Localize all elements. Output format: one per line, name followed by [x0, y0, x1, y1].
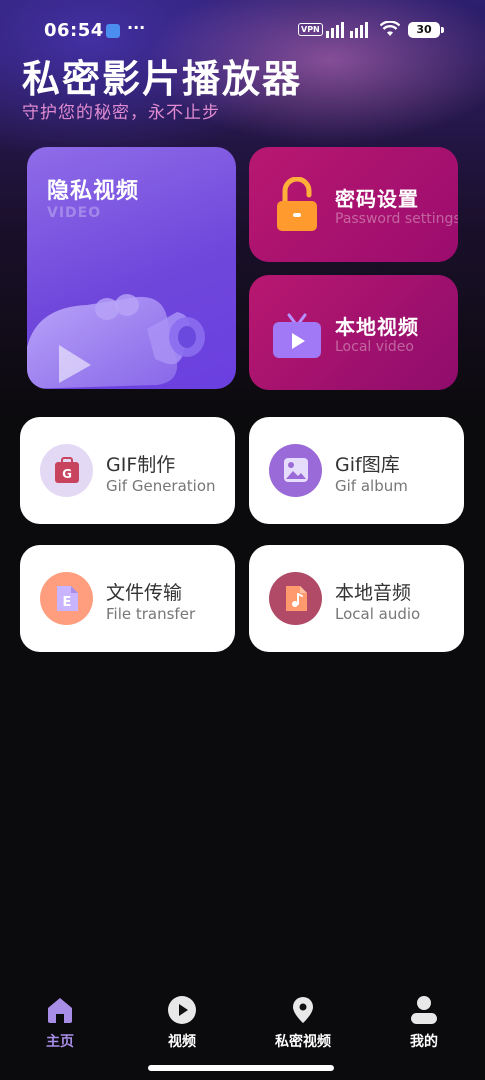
svg-text:E: E	[63, 595, 72, 610]
private-video-title: 隐私视频	[47, 179, 140, 204]
nav-label-home: 主页	[46, 1034, 74, 1050]
nav-label-private-video: 私密视频	[275, 1034, 331, 1050]
file-icon-circle: E	[40, 572, 93, 625]
gif-maker-icon-circle: G	[40, 444, 93, 497]
nav-item-private-video[interactable]: 私密视频	[258, 995, 348, 1057]
file-icon: E	[57, 586, 78, 611]
battery-icon: 30	[408, 22, 444, 38]
bottom-navigation: 主页 视频 私密视频 我的	[0, 985, 485, 1060]
nav-item-mine[interactable]: 我的	[379, 995, 469, 1057]
gif-album-title: Gif图库	[335, 454, 400, 476]
music-file-icon	[286, 586, 307, 611]
app-subtitle: 守护您的秘密，永不止步	[22, 103, 220, 123]
notification-app-icon	[106, 24, 120, 38]
file-transfer-card[interactable]: E 文件传输 File transfer	[20, 545, 235, 652]
gif-album-card[interactable]: Gif图库 Gif album	[249, 417, 464, 524]
video-camera-icon	[27, 294, 205, 389]
home-indicator[interactable]	[148, 1065, 334, 1071]
nav-label-mine: 我的	[410, 1034, 438, 1050]
nav-item-home[interactable]: 主页	[15, 995, 105, 1057]
signal-icon	[326, 22, 368, 38]
user-icon	[411, 996, 437, 1024]
local-audio-subtitle: Local audio	[335, 605, 421, 623]
password-settings-card[interactable]: 密码设置 Password settings	[249, 147, 458, 262]
private-video-subtitle: VIDEO	[47, 205, 102, 221]
password-settings-subtitle: Password settings	[335, 211, 458, 227]
local-audio-card[interactable]: 本地音频 Local audio	[249, 545, 464, 652]
svg-text:G: G	[62, 467, 72, 481]
file-transfer-title: 文件传输	[106, 582, 183, 604]
gif-generation-card[interactable]: G GIF制作 Gif Generation	[20, 417, 235, 524]
more-notifications-icon: ···	[127, 18, 146, 37]
gif-generation-title: GIF制作	[106, 454, 176, 476]
music-file-icon-circle	[269, 572, 322, 625]
image-gallery-icon-circle	[269, 444, 322, 497]
private-video-card[interactable]: 隐私视频 VIDEO	[27, 147, 236, 389]
status-time: 06:54	[44, 20, 104, 41]
nav-label-video: 视频	[168, 1034, 196, 1050]
gif-generation-subtitle: Gif Generation	[106, 477, 216, 495]
gif-maker-icon: G	[55, 457, 79, 483]
home-icon	[48, 998, 72, 1023]
image-gallery-icon	[284, 458, 308, 482]
local-video-card[interactable]: 本地视频 Local video	[249, 275, 458, 390]
play-icon	[168, 996, 196, 1024]
local-video-subtitle: Local video	[335, 339, 414, 355]
nav-item-video[interactable]: 视频	[137, 995, 227, 1057]
gif-album-subtitle: Gif album	[335, 477, 408, 495]
vpn-icon: VPN	[298, 23, 323, 36]
app-title: 私密影片播放器	[22, 57, 303, 101]
location-pin-icon	[293, 997, 313, 1023]
tv-icon	[273, 313, 321, 358]
wifi-icon	[380, 21, 400, 36]
password-settings-title: 密码设置	[335, 187, 419, 211]
file-transfer-subtitle: File transfer	[106, 605, 196, 623]
local-video-title: 本地视频	[335, 315, 419, 339]
local-audio-title: 本地音频	[335, 582, 412, 604]
lock-icon	[277, 177, 317, 231]
